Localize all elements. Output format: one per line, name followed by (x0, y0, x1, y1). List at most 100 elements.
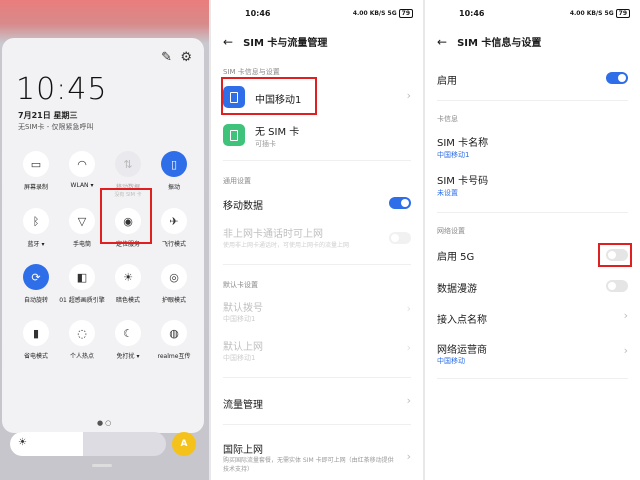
empty-sim-icon (223, 124, 245, 146)
default-dial-value: 中国移动1 (223, 315, 256, 323)
airplane-icon: ✈ (161, 208, 187, 234)
battery-icon: 79 (615, 9, 630, 18)
default-dial-label[interactable]: 默认拨号 (223, 299, 263, 314)
quick-tile-flashlight[interactable]: ▽ 手电筒 (58, 208, 106, 248)
enable-sim-label: 启用 (437, 76, 457, 87)
quick-tile-wifi[interactable]: ◠ WLAN ▾ (58, 151, 106, 189)
edit-icon[interactable]: ✎ (161, 50, 172, 65)
control-center-panel: ✎ ⚙ 10:45 7月21日 星期三 无SIM卡 - 仅限紧急呼叫 ▭ 屏幕录制… (0, 0, 210, 480)
quick-tile-label: WLAN ▾ (70, 182, 94, 189)
sim-manage-panel: 10:46 4.00 KB/S 5G 79 ← SIM 卡与流量管理 SIM 卡信息… (211, 0, 423, 480)
network-speed-text: 4.00 KB/S 5G (569, 10, 614, 17)
quick-tile-label: 飞行模式 (161, 241, 186, 248)
clock-date: 7月21日 星期三 (18, 111, 78, 120)
quick-tile-realme-share[interactable]: ◍ realme互传 (150, 320, 198, 360)
divider (223, 424, 411, 425)
hotspot-icon: ◌ (69, 320, 95, 346)
status-bar: 10:46 4.00 KB/S 5G 79 (425, 9, 640, 21)
section-sim-info: SIM 卡信息与设置 (223, 68, 280, 76)
bluetooth-icon: ᛒ (23, 208, 49, 234)
non-sim-data-toggle[interactable] (389, 232, 411, 244)
apn-label[interactable]: 接入点名称 (437, 311, 487, 326)
quick-tile-dark-mode[interactable]: ☀ 暗色模式 (104, 264, 152, 304)
quick-tile-vibrate[interactable]: ▯ 振动 (150, 151, 198, 191)
brightness-slider[interactable]: ☀ (10, 432, 166, 456)
chevron-right-icon: › (406, 341, 411, 354)
sim2-sub: 可插卡 (255, 140, 276, 148)
default-data-label[interactable]: 默认上网 (223, 338, 263, 353)
enable-sim-toggle[interactable] (606, 72, 628, 84)
carrier-label[interactable]: 网络运营商 (437, 341, 487, 356)
data-roaming-toggle[interactable] (606, 280, 628, 292)
quick-tile-label: 免打扰 ▾ (116, 353, 140, 360)
quick-tile-hotspot[interactable]: ◌ 个人热点 (58, 320, 106, 360)
sim-name-label[interactable]: SIM 卡名称 (437, 134, 488, 149)
highlight-box-sim1 (221, 77, 317, 115)
quick-tile-do-not-disturb[interactable]: ☾ 免打扰 ▾ (104, 320, 152, 360)
back-arrow-icon[interactable]: ← (437, 35, 447, 49)
drag-handle[interactable] (92, 464, 112, 467)
section-default-card: 默认卡设置 (223, 281, 258, 289)
dark-mode-icon: ☀ (115, 264, 141, 290)
quick-tile-bluetooth[interactable]: ᛒ 蓝牙 ▾ (12, 208, 60, 248)
network-speed-text: 4.00 KB/S 5G (352, 10, 397, 17)
quick-tile-eye-care[interactable]: ◎ 护眼模式 (150, 264, 198, 304)
eye-care-icon: ◎ (161, 264, 187, 290)
quick-tile-label: 暗色模式 (115, 297, 140, 304)
intl-data-sub: 购买国际流量套餐，无需实体 SIM 卡即可上网（由红茶移动提供技术支持） (223, 457, 394, 473)
do-not-disturb-icon: ☾ (115, 320, 141, 346)
quick-tile-label: 手电筒 (72, 241, 91, 248)
intl-data-label[interactable]: 国际上网 (223, 441, 263, 456)
status-icons: 4.00 KB/S 5G 79 (353, 9, 413, 18)
quick-tile-label: 护眼模式 (161, 297, 186, 304)
back-arrow-icon[interactable]: ← (223, 35, 233, 49)
sim-status-text: 无SIM卡 - 仅限紧急呼叫 (18, 123, 94, 131)
quick-tile-label: 个人热点 (69, 353, 94, 360)
chevron-right-icon: › (406, 450, 411, 463)
carrier-value: 中国移动 (437, 357, 465, 365)
enable-5g-label: 启用 5G (437, 252, 475, 263)
sim2-name: 无 SIM 卡 (255, 127, 300, 138)
battery-icon: 79 (398, 9, 413, 18)
control-center-card: ✎ ⚙ 10:45 7月21日 星期三 无SIM卡 - 仅限紧急呼叫 ▭ 屏幕录制… (2, 38, 204, 467)
display-engine-icon: ◧ (69, 264, 95, 290)
section-general: 通用设置 (223, 177, 251, 185)
mobile-data-toggle[interactable] (389, 197, 411, 209)
flashlight-icon: ▽ (69, 208, 95, 234)
data-roaming-label: 数据漫游 (437, 284, 477, 295)
screen-record-icon: ▭ (23, 151, 49, 177)
quick-tile-label: 01 超感画质引擎 (59, 297, 105, 304)
quick-tile-label: 自动旋转 (23, 297, 48, 304)
page-title: SIM 卡信息与设置 (457, 38, 542, 49)
quick-tile-label: 屏幕录制 (23, 184, 48, 191)
chevron-right-icon: › (406, 89, 411, 102)
section-card-info: 卡信息 (437, 115, 458, 123)
status-icons: 4.00 KB/S 5G 79 (570, 9, 630, 18)
battery-saver-icon: ▮ (23, 320, 49, 346)
quick-tile-airplane[interactable]: ✈ 飞行模式 (150, 208, 198, 248)
default-data-value: 中国移动1 (223, 354, 256, 362)
sim-number-label[interactable]: SIM 卡号码 (437, 172, 488, 187)
auto-brightness-button[interactable]: A (172, 432, 196, 456)
divider (437, 378, 628, 379)
sim-name-value: 中国移动1 (437, 151, 470, 159)
page-header: ← SIM 卡与流量管理 (223, 34, 327, 49)
sun-icon: ☀ (18, 437, 27, 448)
quick-tile-screen-record[interactable]: ▭ 屏幕录制 (12, 151, 60, 191)
quick-tile-display-engine[interactable]: ◧ 01 超感画质引擎 (58, 264, 106, 304)
mobile-data-icon: ⇅ (115, 151, 141, 177)
chevron-right-icon: › (406, 302, 411, 315)
traffic-manage-label[interactable]: 流量管理 (223, 396, 263, 411)
quick-tile-label: realme互传 (157, 353, 191, 360)
status-time: 10:46 (245, 9, 271, 18)
quick-tile-label: 振动 (167, 184, 180, 191)
divider (437, 212, 628, 213)
divider (437, 100, 628, 101)
gear-icon[interactable]: ⚙ (180, 50, 192, 65)
quick-tile-auto-rotate[interactable]: ⟳ 自动旋转 (12, 264, 60, 304)
chevron-right-icon: › (623, 309, 628, 322)
quick-tile-battery-saver[interactable]: ▮ 省电模式 (12, 320, 60, 360)
divider (223, 264, 411, 265)
status-bar: 10:46 4.00 KB/S 5G 79 (211, 9, 423, 21)
chevron-right-icon: › (406, 394, 411, 407)
